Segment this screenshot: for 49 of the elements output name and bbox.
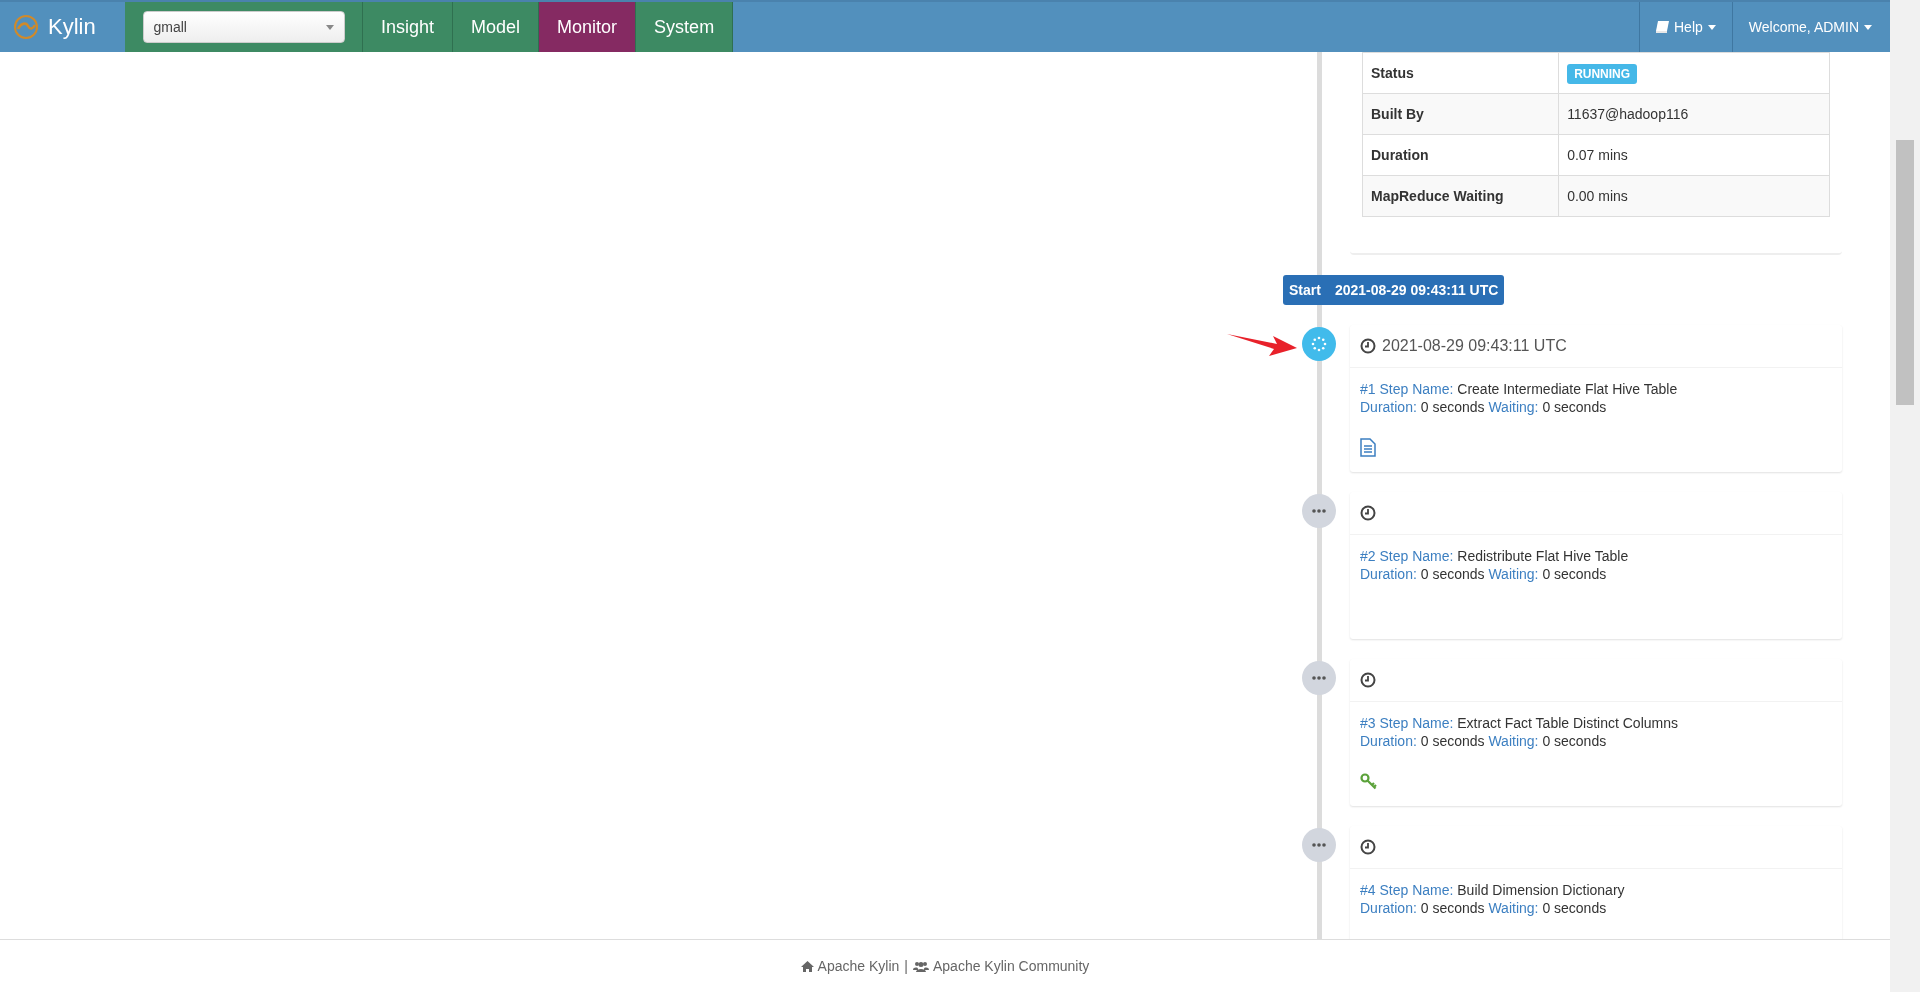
clock-icon — [1360, 338, 1376, 354]
clock-icon — [1360, 505, 1376, 521]
step-name: #3 Step Name: Extract Fact Table Distinct Columns — [1360, 714, 1679, 732]
status-badge: RUNNING — [1567, 64, 1638, 84]
project-select[interactable]: gmall — [142, 11, 345, 43]
step-timing: Duration: 0 seconds Waiting: 0 seconds — [1360, 899, 1608, 917]
step-time: 2021-08-29 09:43:11 UTC — [1382, 337, 1567, 355]
ellipsis-icon — [1312, 676, 1326, 680]
start-label: Start — [1289, 282, 1321, 298]
home-icon — [800, 960, 814, 972]
detail-value: 0.00 mins — [1558, 175, 1830, 217]
footer-separator: | — [904, 958, 908, 974]
step-timing: Duration: 0 seconds Waiting: 0 seconds — [1360, 565, 1608, 583]
mascot-logo-icon — [12, 14, 40, 40]
step-name: #1 Step Name: Create Intermediate Flat Hive Table — [1360, 380, 1679, 398]
brand-name: Kylin — [48, 14, 96, 40]
spinner-icon — [1311, 336, 1327, 352]
nav-tab[interactable]: Model — [453, 2, 540, 52]
caret-icon — [325, 24, 334, 30]
clock-icon — [1360, 839, 1376, 855]
document-icon[interactable] — [1360, 437, 1376, 457]
scrollbar[interactable] — [1890, 0, 1920, 992]
help-menu[interactable]: Help — [1639, 2, 1732, 52]
book-icon — [1656, 21, 1669, 33]
home-link[interactable]: Apache Kylin — [800, 958, 900, 974]
scrollbar-thumb[interactable] — [1896, 140, 1914, 405]
step-timing: Duration: 0 seconds Waiting: 0 seconds — [1360, 732, 1608, 750]
step-name: #2 Step Name: Redistribute Flat Hive Table — [1360, 547, 1630, 565]
caret-icon — [1707, 24, 1716, 30]
ellipsis-icon — [1312, 509, 1326, 513]
nav-tab[interactable]: System — [636, 2, 734, 52]
nav-tab[interactable]: Monitor — [539, 2, 637, 52]
start-time: 2021-08-29 09:43:11 UTC — [1334, 282, 1499, 298]
detail-label: Built By — [1362, 93, 1559, 135]
detail-value: 11637@hadoop116 — [1558, 93, 1830, 135]
caret-icon — [1864, 24, 1872, 30]
users-icon — [912, 960, 929, 972]
ellipsis-icon — [1312, 843, 1326, 847]
detail-label: Status — [1362, 52, 1559, 94]
detail-label: MapReduce Waiting — [1362, 175, 1559, 217]
key-icon[interactable] — [1360, 772, 1378, 790]
clock-icon — [1360, 672, 1376, 688]
step-name: #4 Step Name: Build Dimension Dictionary — [1360, 881, 1626, 899]
step-timing: Duration: 0 seconds Waiting: 0 seconds — [1360, 398, 1608, 416]
nav-tab[interactable]: Insight — [363, 2, 454, 52]
arrow-annotation — [1227, 331, 1299, 357]
detail-value: 0.07 mins — [1558, 134, 1830, 176]
community-link[interactable]: Apache Kylin Community — [912, 958, 1090, 974]
detail-label: Duration — [1362, 134, 1559, 176]
